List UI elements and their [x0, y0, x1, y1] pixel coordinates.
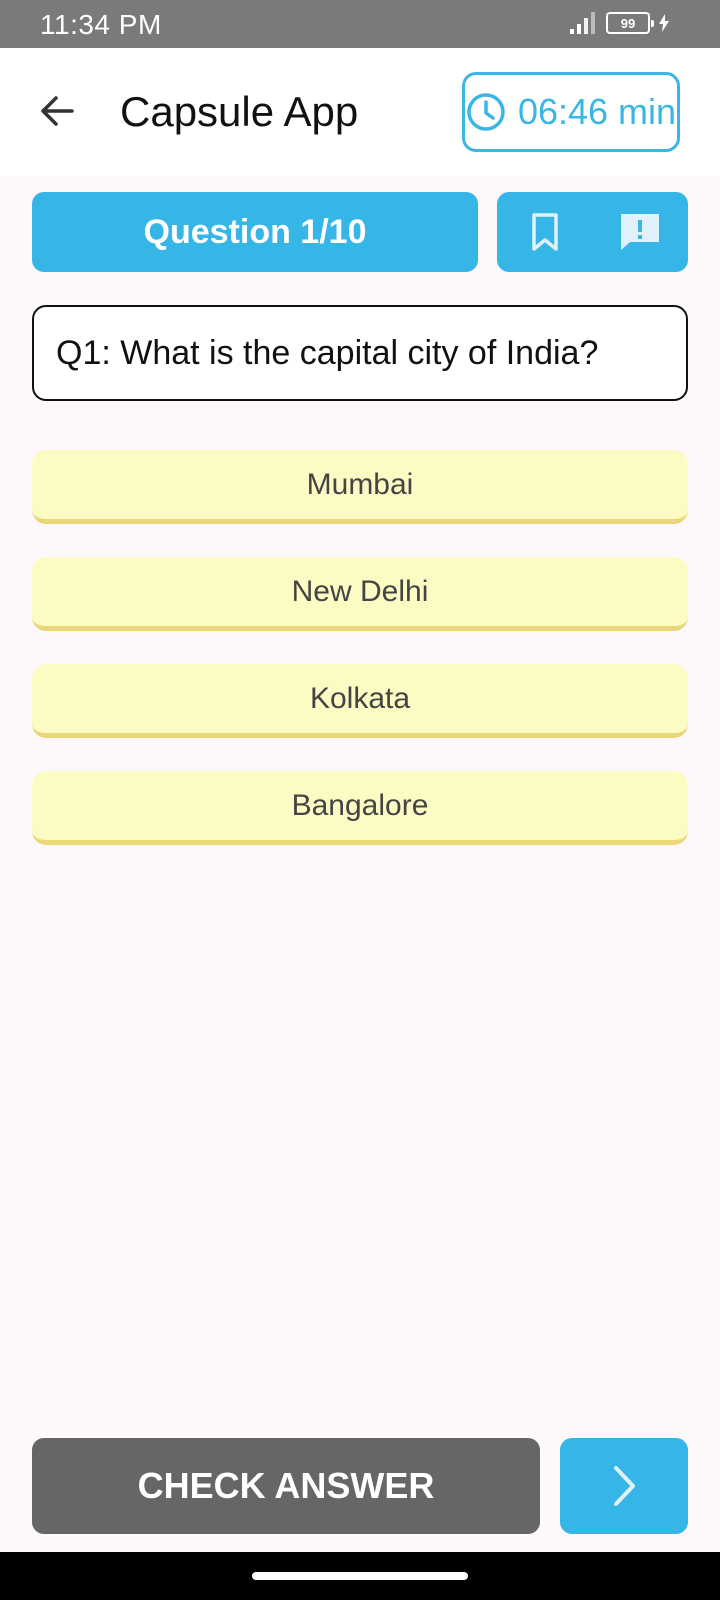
report-icon: [621, 214, 660, 250]
option-kolkata[interactable]: Kolkata: [32, 664, 688, 738]
report-button[interactable]: [610, 202, 670, 262]
home-indicator[interactable]: [252, 1572, 468, 1580]
arrow-left-icon: [41, 96, 74, 126]
question-counter: Question 1/10: [32, 192, 478, 272]
battery-icon: 99: [606, 12, 654, 34]
status-time: 11:34 PM: [40, 9, 162, 40]
page-title: Capsule App: [120, 88, 359, 135]
status-indicators: 99: [570, 12, 670, 34]
timer-badge: 06:46 min: [462, 72, 680, 152]
system-nav-bar: [0, 1552, 720, 1600]
next-button[interactable]: [560, 1438, 688, 1534]
option-new-delhi[interactable]: New Delhi: [32, 557, 688, 631]
bookmark-button[interactable]: [515, 202, 575, 262]
option-bangalore[interactable]: Bangalore: [32, 771, 688, 845]
question-text: Q1: What is the capital city of India?: [32, 305, 688, 401]
option-mumbai[interactable]: Mumbai: [32, 450, 688, 524]
signal-icon: [570, 12, 595, 34]
timer-label: 06:46 min: [517, 91, 677, 132]
chevron-right-icon: [614, 1466, 635, 1506]
bookmark-icon: [532, 213, 558, 251]
status-bar: 11:34 PM 99: [0, 0, 720, 48]
battery-level: 99: [620, 15, 636, 31]
clock-icon: [467, 93, 505, 131]
question-actions: [497, 192, 688, 272]
check-answer-button[interactable]: CHECK ANSWER: [32, 1438, 540, 1534]
app-bar: Capsule App 06:46 min: [0, 48, 720, 176]
back-button[interactable]: [30, 84, 84, 138]
charging-icon: [659, 14, 669, 32]
